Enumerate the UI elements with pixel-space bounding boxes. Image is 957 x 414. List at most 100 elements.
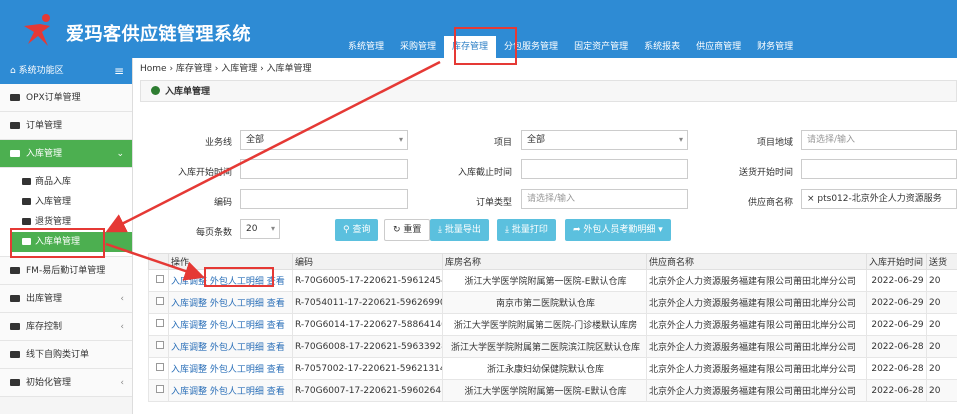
nav-assets[interactable]: 固定资产管理: [566, 36, 636, 58]
order-type-input[interactable]: 请选择/输入: [521, 189, 688, 209]
end-time-input[interactable]: [521, 159, 688, 179]
supplier-cell: 北京外企人力资源服务福建有限公司莆田北岸分公司: [646, 357, 867, 380]
chevron-down-icon: ⌄: [116, 149, 124, 159]
labor-detail-link[interactable]: 外包人工明细: [210, 343, 264, 353]
sidebar: ⌂ 系统功能区 ≡ OPX订单管理 订单管理 入库管理 ⌄ 商品入库 入库管理 退…: [0, 58, 133, 414]
refresh-icon: ↻: [393, 225, 404, 235]
sidebar-item-stock[interactable]: 库存控制 ‹: [0, 313, 132, 341]
sidebar-item-inbound[interactable]: 入库管理 ⌄: [0, 140, 132, 168]
adjust-link[interactable]: 入库调整: [171, 321, 207, 331]
export-button[interactable]: ⤓ 批量导出: [430, 219, 489, 241]
share-icon: ➦: [573, 225, 584, 235]
breadcrumb: Home › 库存管理 › 入库管理 › 入库单管理: [140, 64, 312, 74]
supplier-cell: 北京外企人力资源服务福建有限公司莆田北岸分公司: [646, 291, 867, 314]
date-cell: 2022-06-29: [866, 269, 927, 292]
deliver-time-input[interactable]: [801, 159, 957, 179]
start-time-input[interactable]: [240, 159, 408, 179]
biz-select[interactable]: 全部 ▾: [240, 130, 408, 150]
labor-detail-link[interactable]: 外包人工明细: [210, 277, 264, 287]
code-cell: R-70G6005-17-220621-59612454: [292, 269, 443, 292]
download-icon: ⤓: [438, 225, 445, 235]
adjust-link[interactable]: 入库调整: [171, 365, 207, 375]
code-cell: R-70G6007-17-220621-59602641: [292, 379, 443, 402]
delivery-cell: 20: [926, 313, 957, 336]
row-checkbox[interactable]: [155, 341, 164, 349]
view-link[interactable]: 查看: [267, 321, 285, 331]
sidebar-item-offline[interactable]: 线下自购类订单: [0, 341, 132, 369]
menu-toggle-icon[interactable]: ≡: [114, 58, 124, 84]
code-input[interactable]: [240, 189, 408, 209]
top-nav: 系统管理 采购管理 库存管理 分包服务管理 固定资产管理 系统报表 供应商管理 …: [340, 36, 801, 58]
adjust-link[interactable]: 入库调整: [171, 343, 207, 353]
per-page-select[interactable]: 20 ▾: [240, 219, 280, 239]
chevron-left-icon: ‹: [120, 322, 124, 332]
table-header-row: 操作 编码 库房名称 供应商名称 入库开始时间 送货: [148, 253, 957, 270]
nav-suppliers[interactable]: 供应商管理: [688, 36, 749, 58]
sidebar-sub-goods-inbound[interactable]: 商品入库: [0, 172, 132, 192]
project-label: 项目: [493, 138, 512, 148]
header-checkbox-cell: [148, 253, 169, 270]
nav-purchase[interactable]: 采购管理: [392, 36, 444, 58]
row-checkbox[interactable]: [155, 319, 164, 327]
sidebar-item-orders[interactable]: 订单管理: [0, 112, 132, 140]
nav-inventory[interactable]: 库存管理: [444, 36, 497, 58]
supplier-input[interactable]: × pts012-北京外企人力资源服务: [801, 189, 957, 209]
app-header: 爱玛客供应链管理系统 系统管理 采购管理 库存管理 分包服务管理 固定资产管理 …: [0, 0, 957, 58]
start-time-label: 入库开始时间: [177, 168, 232, 178]
view-link[interactable]: 查看: [267, 277, 285, 287]
folder-icon: [10, 379, 20, 386]
row-checkbox[interactable]: [155, 385, 164, 393]
adjust-link[interactable]: 入库调整: [171, 299, 207, 309]
project-select[interactable]: 全部 ▾: [521, 130, 688, 150]
labor-detail-link[interactable]: 外包人工明细: [210, 365, 264, 375]
row-checkbox[interactable]: [155, 297, 164, 305]
outsource-attendance-button[interactable]: ➦ 外包人员考勤明细 ▾: [565, 219, 671, 241]
col-header-code[interactable]: 编码: [292, 253, 443, 270]
logo-icon: [24, 14, 50, 46]
adjust-link[interactable]: 入库调整: [171, 387, 207, 397]
sidebar-item-opx[interactable]: OPX订单管理: [0, 84, 132, 112]
labor-detail-link[interactable]: 外包人工明细: [210, 387, 264, 397]
folder-icon: [22, 198, 31, 205]
col-header-supplier[interactable]: 供应商名称: [646, 253, 867, 270]
labor-detail-link[interactable]: 外包人工明细: [210, 321, 264, 331]
folder-icon: [22, 218, 31, 225]
nav-system[interactable]: 系统管理: [340, 36, 392, 58]
reset-button[interactable]: ↻ 重置: [384, 219, 431, 241]
caret-down-icon: ▾: [398, 135, 403, 144]
nav-finance[interactable]: 财务管理: [749, 36, 801, 58]
region-input[interactable]: 请选择/输入: [801, 130, 957, 150]
supplier-cell: 北京外企人力资源服务福建有限公司莆田北岸分公司: [646, 379, 867, 402]
view-link[interactable]: 查看: [267, 365, 285, 375]
view-link[interactable]: 查看: [267, 299, 285, 309]
table-row: 入库调整 外包人工明细 查看 R-70G6007-17-220621-59602…: [148, 379, 957, 402]
warehouse-cell: 南京市第二医院默认仓库: [442, 291, 647, 314]
delivery-cell: 20: [926, 291, 957, 314]
row-checkbox[interactable]: [155, 275, 164, 283]
supplier-label: 供应商名称: [747, 198, 793, 208]
sidebar-sub-returns[interactable]: 退货管理: [0, 212, 132, 232]
col-header-delivery[interactable]: 送货: [926, 253, 957, 270]
sidebar-sub-inbound-manage[interactable]: 入库管理: [0, 192, 132, 212]
query-button[interactable]: ⚲ 查询: [335, 219, 379, 241]
nav-reports[interactable]: 系统报表: [636, 36, 688, 58]
print-button[interactable]: ⤓ 批量打印: [497, 219, 556, 241]
date-cell: 2022-06-28: [866, 379, 927, 402]
adjust-link[interactable]: 入库调整: [171, 277, 207, 287]
code-cell: R-70G6008-17-220621-59633928: [292, 335, 443, 358]
view-link[interactable]: 查看: [267, 343, 285, 353]
per-page-label: 每页条数: [195, 228, 232, 238]
folder-icon: [10, 295, 20, 302]
sidebar-item-fm[interactable]: FM-易后勤订单管理: [0, 257, 132, 285]
sidebar-sub-inbound-orders[interactable]: 入库单管理: [10, 232, 132, 252]
col-header-warehouse[interactable]: 库房名称: [442, 253, 647, 270]
code-cell: R-70G6014-17-220627-58864146: [292, 313, 443, 336]
sidebar-item-init[interactable]: 初始化管理 ‹: [0, 369, 132, 397]
labor-detail-link[interactable]: 外包人工明细: [210, 299, 264, 309]
sidebar-submenu: 商品入库 入库管理 退货管理 入库单管理: [0, 168, 132, 257]
col-header-start-time[interactable]: 入库开始时间: [866, 253, 927, 270]
sidebar-item-outbound[interactable]: 出库管理 ‹: [0, 285, 132, 313]
nav-subcontract[interactable]: 分包服务管理: [496, 36, 566, 58]
view-link[interactable]: 查看: [267, 387, 285, 397]
row-checkbox[interactable]: [155, 363, 164, 371]
